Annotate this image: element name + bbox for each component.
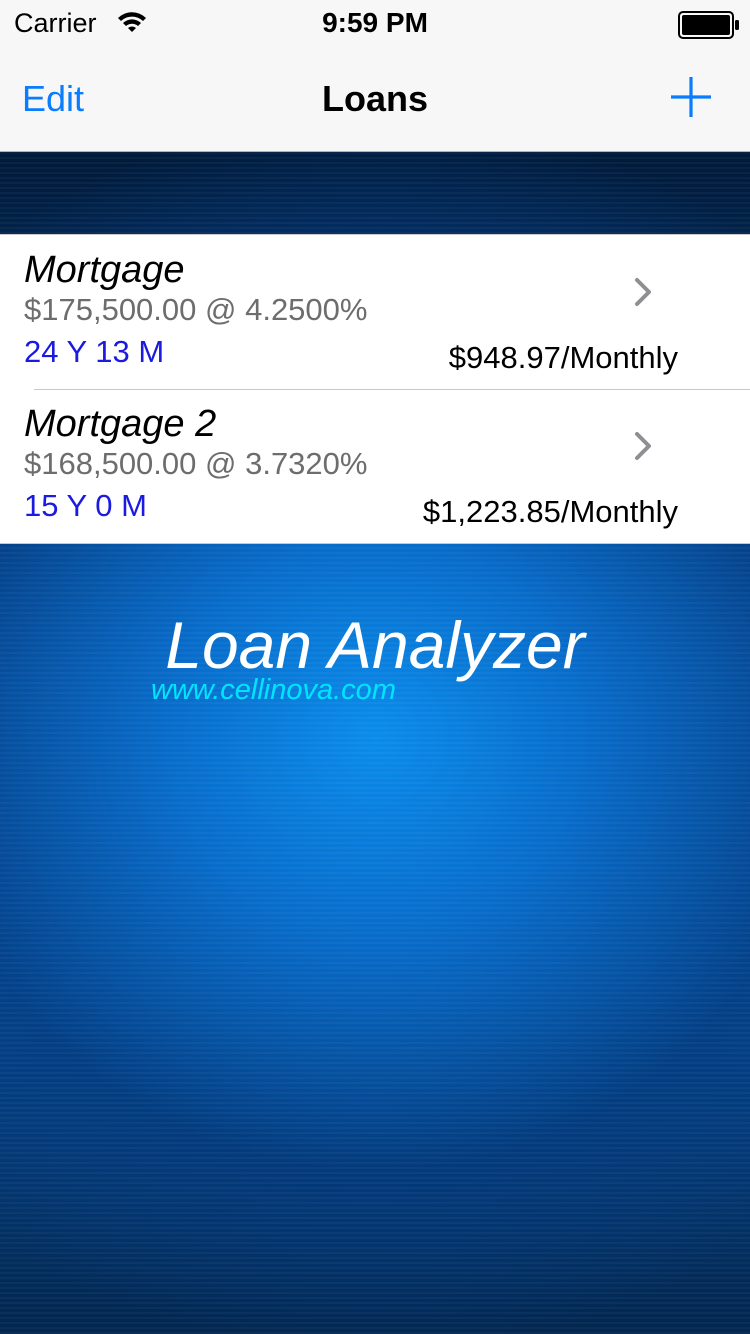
app-brand-url: www.cellinova.com	[151, 674, 396, 706]
chevron-right-icon	[635, 278, 651, 306]
loan-list: Mortgage $175,500.00 @ 4.2500% 24 Y 13 M…	[0, 234, 750, 544]
loan-amount-rate: $175,500.00 @ 4.2500%	[24, 292, 368, 327]
plus-icon[interactable]	[668, 74, 714, 120]
loan-payment: $948.97/Monthly	[448, 340, 678, 375]
page-title: Loans	[321, 78, 428, 119]
status-time: 9:59 PM	[322, 7, 428, 38]
loan-payment: $1,223.85/Monthly	[422, 494, 678, 529]
loan-name: Mortgage 2	[24, 403, 217, 445]
status-bar: Carrier 9:59 PM	[0, 0, 750, 40]
app-brand-title: Loan Analyzer	[165, 608, 585, 682]
battery-icon	[678, 11, 739, 39]
navigation-bar: Edit Loans	[0, 40, 750, 152]
loan-row[interactable]: Mortgage 2 $168,500.00 @ 3.7320% 15 Y 0 …	[0, 389, 750, 543]
loan-row[interactable]: Mortgage $175,500.00 @ 4.2500% 24 Y 13 M…	[0, 235, 750, 389]
chevron-right-icon	[635, 432, 651, 460]
loan-amount-rate: $168,500.00 @ 3.7320%	[24, 446, 368, 481]
loan-term: 15 Y 0 M	[24, 488, 147, 523]
loan-term: 24 Y 13 M	[24, 334, 165, 369]
content-area: Mortgage $175,500.00 @ 4.2500% 24 Y 13 M…	[0, 152, 750, 1334]
loan-name: Mortgage	[24, 249, 185, 291]
